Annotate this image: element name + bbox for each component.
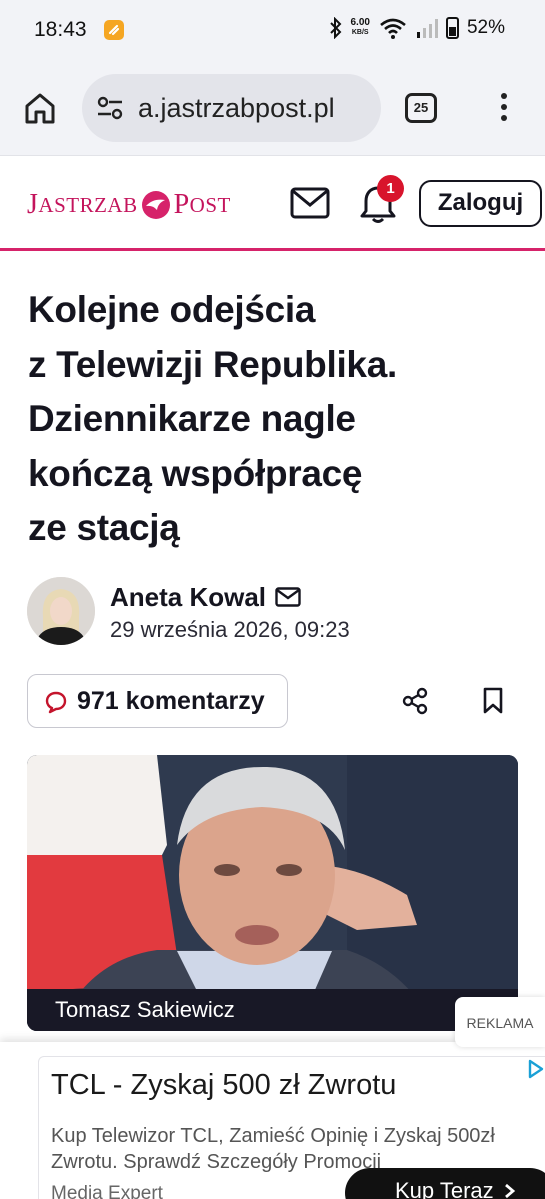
status-time: 18:43 <box>34 18 87 41</box>
home-icon[interactable] <box>22 90 58 126</box>
comment-bubble-icon <box>45 691 67 714</box>
site-header: J ASTRZAB P OST 1 Zaloguj <box>0 157 545 251</box>
comments-count: 971 komentarzy <box>77 687 265 715</box>
author-avatar[interactable] <box>27 577 95 645</box>
battery-level: 52% <box>466 17 505 38</box>
author-mail-icon[interactable] <box>275 587 301 607</box>
ad-label: REKLAMA <box>455 997 545 1047</box>
article-hero-image[interactable]: Tomasz Sakiewicz <box>27 755 518 1031</box>
ad-advertiser: Media Expert <box>51 1183 163 1199</box>
publish-date: 29 września 2026, 09:23 <box>110 617 350 642</box>
address-bar[interactable]: a.jastrzabpost.pl <box>82 74 381 142</box>
hawk-logo-icon <box>141 191 170 219</box>
author-name[interactable]: Aneta Kowal <box>110 582 266 613</box>
url-text[interactable]: a.jastrzabpost.pl <box>138 93 335 124</box>
site-logo[interactable]: J ASTRZAB P OST <box>27 189 231 221</box>
signal-icon <box>416 19 438 38</box>
ad-title[interactable]: TCL - Zyskaj 500 zł Zwrotu <box>51 1069 396 1102</box>
tabs-button[interactable]: 25 <box>405 93 437 123</box>
wifi-icon <box>380 18 406 39</box>
battery-icon <box>445 17 459 39</box>
bluetooth-icon <box>329 17 341 39</box>
login-button[interactable]: Zaloguj <box>419 180 542 227</box>
chevron-right-icon <box>505 1183 516 1199</box>
share-icon[interactable] <box>401 687 429 715</box>
notification-badge: 1 <box>377 175 404 202</box>
ad-choices-icon[interactable] <box>527 1058 545 1080</box>
bookmark-icon[interactable] <box>481 687 505 715</box>
browser-toolbar: a.jastrzabpost.pl 25 <box>0 60 545 156</box>
site-settings-icon[interactable] <box>96 95 124 121</box>
mail-icon[interactable] <box>290 187 330 219</box>
status-bar: 18:43 6.00 KB/S 52% <box>0 0 545 60</box>
image-caption: Tomasz Sakiewicz <box>27 989 518 1031</box>
browser-menu-icon[interactable] <box>498 93 510 125</box>
article-headline: Kolejne odejścia z Telewizji Republika. … <box>28 289 397 548</box>
comments-button[interactable]: 971 komentarzy <box>27 674 288 728</box>
network-speed: 6.00 KB/S <box>350 17 370 37</box>
app-notification-icon <box>104 20 124 40</box>
